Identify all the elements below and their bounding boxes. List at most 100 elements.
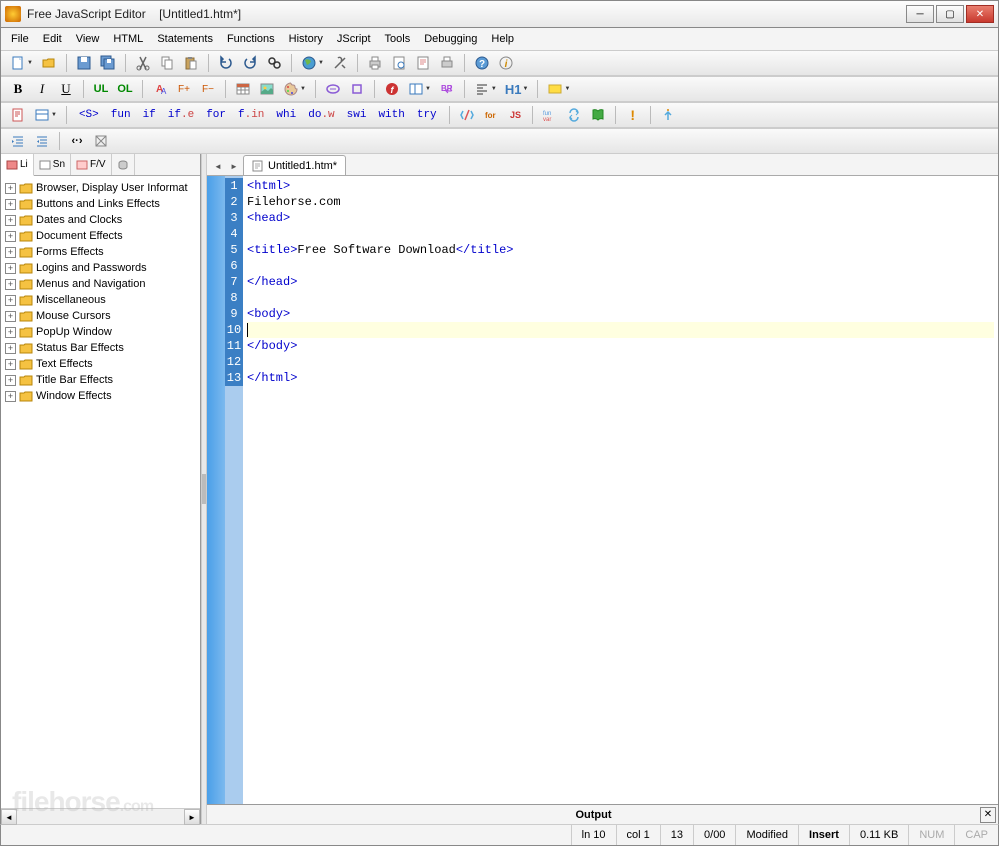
font-color-button[interactable]: AA [149, 79, 171, 99]
tree-item[interactable]: +Status Bar Effects [3, 340, 198, 356]
braces-button[interactable]: ‹·› [66, 131, 88, 151]
tree-item[interactable]: +PopUp Window [3, 324, 198, 340]
script-button[interactable] [7, 105, 29, 125]
menu-jscript[interactable]: JScript [331, 31, 377, 47]
new-button[interactable]: ▼ [7, 53, 36, 73]
expand-icon[interactable]: + [5, 343, 16, 354]
ol-button[interactable]: OL [114, 79, 136, 99]
expand-icon[interactable]: + [5, 183, 16, 194]
print-button[interactable] [364, 53, 386, 73]
underline-button[interactable]: U [55, 79, 77, 99]
keyword-try[interactable]: try [411, 105, 443, 125]
output-close-button[interactable]: ✕ [980, 807, 996, 823]
code-area[interactable]: <html>Filehorse.com<head> <title>Free So… [243, 176, 998, 804]
expand-icon[interactable]: + [5, 375, 16, 386]
menu-history[interactable]: History [283, 31, 329, 47]
expand-icon[interactable]: + [5, 327, 16, 338]
tab-prev-icon[interactable]: ◄ [211, 157, 225, 175]
image-button[interactable] [256, 79, 278, 99]
ul-button[interactable]: UL [90, 79, 112, 99]
expand-icon[interactable]: + [5, 247, 16, 258]
open-button[interactable] [38, 53, 60, 73]
paste-button[interactable] [180, 53, 202, 73]
snippet-button[interactable]: ▼ [31, 105, 60, 125]
close-button[interactable]: ✕ [966, 5, 994, 23]
expand-icon[interactable]: + [5, 199, 16, 210]
tree-item[interactable]: +Menus and Navigation [3, 276, 198, 292]
expand-icon[interactable]: + [5, 391, 16, 402]
tree-item[interactable]: +Window Effects [3, 388, 198, 404]
italic-button[interactable]: I [31, 79, 53, 99]
preview-button[interactable] [388, 53, 410, 73]
palette-button[interactable]: ▼ [280, 79, 309, 99]
expand-icon[interactable]: + [5, 215, 16, 226]
keyword-if[interactable]: if [137, 105, 162, 125]
menu-file[interactable]: File [5, 31, 35, 47]
expand-icon[interactable]: + [5, 279, 16, 290]
keyword-swi[interactable]: swi [341, 105, 373, 125]
find-button[interactable] [263, 53, 285, 73]
save-button[interactable] [73, 53, 95, 73]
book-button[interactable] [587, 105, 609, 125]
keyword-do-w[interactable]: do.w [302, 105, 340, 125]
tab-next-icon[interactable]: ► [227, 157, 241, 175]
tools-button[interactable] [329, 53, 351, 73]
sidebar-tab-library[interactable]: Li [1, 154, 34, 176]
keyword-for[interactable]: for [200, 105, 232, 125]
br-button[interactable]: BR [436, 79, 458, 99]
menu-tools[interactable]: Tools [379, 31, 417, 47]
debug-button[interactable] [657, 105, 679, 125]
menu-edit[interactable]: Edit [37, 31, 68, 47]
anchor-button[interactable] [346, 79, 368, 99]
table-button[interactable] [232, 79, 254, 99]
minimize-button[interactable]: ─ [906, 5, 934, 23]
frame-button[interactable]: ▼ [405, 79, 434, 99]
font-increase-button[interactable]: F+ [173, 79, 195, 99]
web-button[interactable]: ▼ [298, 53, 327, 73]
sync-button[interactable] [563, 105, 585, 125]
expand-icon[interactable]: + [5, 231, 16, 242]
menu-help[interactable]: Help [485, 31, 520, 47]
outdent-button[interactable] [31, 131, 53, 151]
redo-button[interactable] [239, 53, 261, 73]
exclaim-button[interactable]: ! [622, 105, 644, 125]
expand-icon[interactable]: + [5, 295, 16, 306]
align-button[interactable]: ▼ [471, 79, 500, 99]
indent-button[interactable] [7, 131, 29, 151]
tree-item[interactable]: +Document Effects [3, 228, 198, 244]
expand-icon[interactable]: + [5, 359, 16, 370]
scroll-right-icon[interactable]: ► [184, 809, 200, 825]
bold-button[interactable]: B [7, 79, 29, 99]
for-icon-button[interactable]: for [480, 105, 502, 125]
sidebar-tree[interactable]: +Browser, Display User Informat+Buttons … [1, 176, 200, 808]
keyword-S[interactable]: <S> [73, 105, 105, 125]
flash-button[interactable]: f [381, 79, 403, 99]
cut-button[interactable] [132, 53, 154, 73]
tree-item[interactable]: +Mouse Cursors [3, 308, 198, 324]
font-decrease-button[interactable]: F− [197, 79, 219, 99]
tree-item[interactable]: +Logins and Passwords [3, 260, 198, 276]
funvar-button[interactable]: funvar [539, 105, 561, 125]
keyword-whi[interactable]: whi [270, 105, 302, 125]
js-button[interactable]: JS [504, 105, 526, 125]
comment-button[interactable]: ▼ [544, 79, 573, 99]
tree-item[interactable]: +Forms Effects [3, 244, 198, 260]
print-preview-button[interactable] [436, 53, 458, 73]
menu-view[interactable]: View [70, 31, 106, 47]
tree-item[interactable]: +Miscellaneous [3, 292, 198, 308]
heading-button[interactable]: H1▼ [502, 79, 532, 99]
editor-tab-untitled[interactable]: Untitled1.htm* [243, 155, 346, 175]
tree-item[interactable]: +Dates and Clocks [3, 212, 198, 228]
info-button[interactable]: i [495, 53, 517, 73]
keyword-f-in[interactable]: f.in [232, 105, 270, 125]
menu-html[interactable]: HTML [107, 31, 149, 47]
sidebar-scrollbar[interactable]: ◄ ► [1, 808, 200, 824]
match-button[interactable] [90, 131, 112, 151]
scroll-left-icon[interactable]: ◄ [1, 809, 17, 825]
editor-body[interactable]: 12345678910111213 <html>Filehorse.com<he… [207, 176, 998, 804]
sidebar-tab-db[interactable] [112, 154, 135, 175]
keyword-fun[interactable]: fun [105, 105, 137, 125]
expand-icon[interactable]: + [5, 263, 16, 274]
tree-item[interactable]: +Text Effects [3, 356, 198, 372]
keyword-if-e[interactable]: if.e [162, 105, 200, 125]
